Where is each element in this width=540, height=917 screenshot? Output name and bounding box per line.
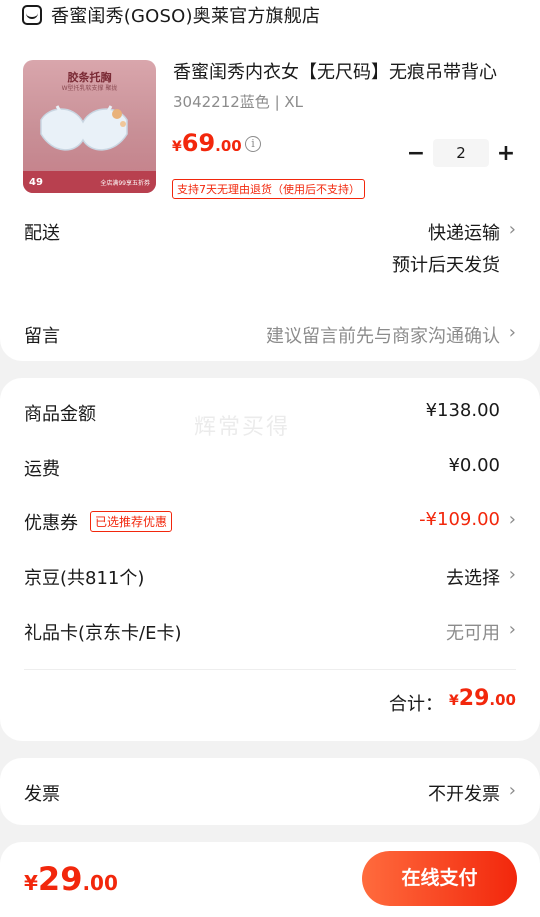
jingdou-label: 京豆(共811个) bbox=[24, 568, 145, 589]
coupon-label: 优惠券 bbox=[24, 513, 78, 534]
shop-icon bbox=[22, 5, 42, 25]
invoice-label: 发票 bbox=[24, 784, 60, 805]
promo-text: 全店满99享五折券 bbox=[100, 179, 150, 187]
product-title[interactable]: 香蜜闺秀内衣女【无尺码】无痕吊带背心 bbox=[173, 58, 518, 84]
chevron-right-icon[interactable]: › bbox=[509, 322, 516, 343]
coupon-badge: 已选推荐优惠 bbox=[90, 511, 173, 532]
delivery-label: 配送 bbox=[24, 223, 60, 244]
total-integer: 29 bbox=[458, 686, 490, 711]
total-amount: ¥ 29 .00 bbox=[449, 686, 516, 711]
checkout-decimal: .00 bbox=[82, 871, 118, 895]
invoice-value[interactable]: 不开发票 bbox=[428, 780, 500, 806]
divider bbox=[24, 669, 516, 670]
coupon-value[interactable]: -¥109.00 bbox=[419, 509, 500, 530]
return-policy-badge: 支持7天无理由退货（使用后不支持） bbox=[172, 179, 365, 199]
freight-value: ¥0.00 bbox=[448, 455, 500, 476]
checkout-integer: 29 bbox=[37, 860, 83, 898]
promo-strip: 49 全店满99享五折券 bbox=[23, 171, 156, 193]
total-decimal: .00 bbox=[489, 691, 516, 709]
bra-illustration bbox=[40, 105, 128, 151]
promo-price: 49 bbox=[29, 176, 43, 188]
total-currency: ¥ bbox=[449, 693, 459, 709]
goods-amount-value: ¥138.00 bbox=[425, 400, 500, 421]
chevron-right-icon[interactable]: › bbox=[509, 219, 516, 240]
product-spec[interactable]: 3042212蓝色 | XL bbox=[173, 91, 303, 112]
shop-header[interactable]: 香蜜闺秀(GOSO)奥莱官方旗舰店 bbox=[22, 2, 320, 28]
chevron-right-icon[interactable]: › bbox=[509, 564, 516, 585]
total-label: 合计： bbox=[389, 694, 443, 715]
checkout-currency: ¥ bbox=[24, 871, 38, 895]
product-image-subtitle: W型托乳软支撑 聚拢 bbox=[61, 85, 118, 92]
chevron-right-icon[interactable]: › bbox=[509, 619, 516, 640]
freight-label: 运费 bbox=[24, 459, 60, 480]
message-label: 留言 bbox=[24, 326, 60, 347]
info-icon[interactable]: i bbox=[245, 136, 261, 152]
giftcard-label: 礼品卡(京东卡/E卡) bbox=[24, 623, 182, 644]
checkout-total: ¥ 29 .00 bbox=[24, 860, 118, 898]
shop-name[interactable]: 香蜜闺秀(GOSO)奥莱官方旗舰店 bbox=[51, 2, 320, 28]
pay-online-button[interactable]: 在线支付 bbox=[362, 851, 517, 906]
goods-amount-label: 商品金额 bbox=[24, 404, 96, 425]
delivery-eta: 预计后天发货 bbox=[392, 255, 500, 276]
chevron-right-icon[interactable]: › bbox=[509, 509, 516, 530]
product-price: ¥ 69 .00 bbox=[172, 129, 242, 157]
delivery-method[interactable]: 快递运输 bbox=[428, 219, 500, 245]
giftcard-value[interactable]: 无可用 bbox=[446, 619, 500, 645]
quantity-stepper: − 2 + bbox=[405, 138, 517, 168]
jingdou-select[interactable]: 去选择 bbox=[446, 564, 500, 590]
watermark: 辉常买得 bbox=[194, 415, 291, 440]
increase-button[interactable]: + bbox=[495, 141, 517, 166]
message-input[interactable]: 建议留言前先与商家沟通确认 bbox=[266, 322, 500, 348]
decrease-button[interactable]: − bbox=[405, 141, 427, 166]
price-currency: ¥ bbox=[172, 139, 182, 155]
chevron-right-icon[interactable]: › bbox=[509, 780, 516, 801]
price-integer: 69 bbox=[181, 129, 216, 157]
quantity-field[interactable]: 2 bbox=[433, 139, 489, 167]
price-decimal: .00 bbox=[215, 137, 242, 155]
product-image[interactable]: 胶条托胸 W型托乳软支撑 聚拢 49 全店满99享五折券 bbox=[23, 60, 156, 193]
